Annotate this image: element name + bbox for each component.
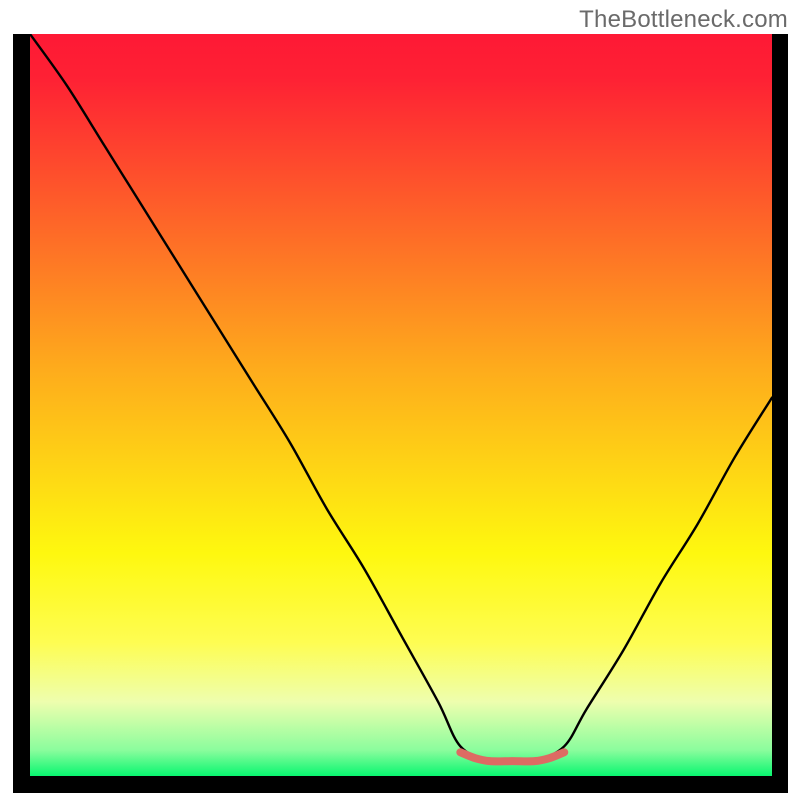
chart-container: TheBottleneck.com: [0, 0, 800, 800]
watermark-label: TheBottleneck.com: [579, 6, 788, 34]
bottleneck-chart: [0, 0, 800, 800]
chart-background-gradient: [30, 34, 772, 776]
